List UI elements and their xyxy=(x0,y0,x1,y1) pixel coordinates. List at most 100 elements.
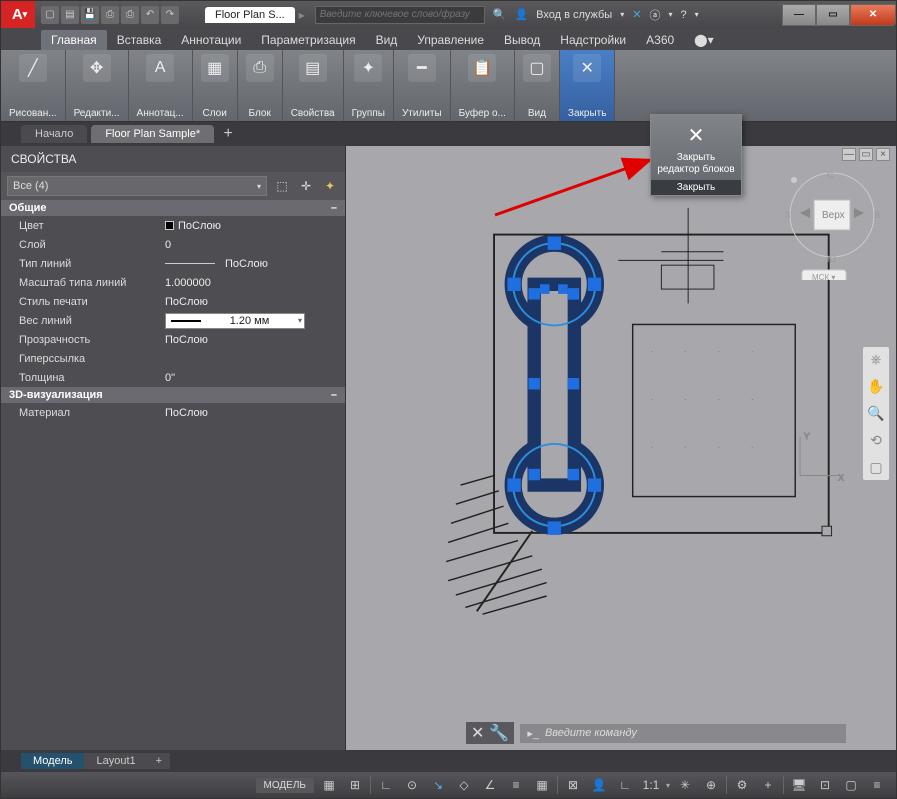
dynucs-icon[interactable]: ∟ xyxy=(614,775,636,795)
signin-icon[interactable]: 👤 xyxy=(514,8,528,21)
panel-modify[interactable]: ✥Редакти... xyxy=(66,50,129,121)
clean-icon[interactable]: ▢ xyxy=(840,775,862,795)
viewcube[interactable]: Верх С Ю З В МСК ▾ xyxy=(782,160,882,270)
annotation-arrow xyxy=(490,155,670,225)
tab-insert[interactable]: Вставка xyxy=(107,30,172,50)
hwacc-icon[interactable]: 🖥 xyxy=(788,775,810,795)
minimize-button[interactable]: — xyxy=(782,4,816,26)
close-x-icon[interactable]: ✕ xyxy=(651,115,741,152)
prop-ltscale[interactable]: Масштаб типа линий1.000000 xyxy=(1,273,345,292)
close-editor-button[interactable]: Закрытьредактор блоков xyxy=(651,152,741,180)
ws-icon[interactable]: ⚙ xyxy=(731,775,753,795)
iso2-icon[interactable]: ⊡ xyxy=(814,775,836,795)
zoom-icon[interactable]: 🔍 xyxy=(867,405,884,422)
print-icon[interactable]: ⎙ xyxy=(121,6,139,24)
annoauto-icon[interactable]: ⊕ xyxy=(700,775,722,795)
tab-annotate[interactable]: Аннотации xyxy=(171,30,251,50)
otrack-icon[interactable]: ∠ xyxy=(479,775,501,795)
command-line[interactable]: ▸_ Введите команду xyxy=(520,724,846,743)
grid-icon[interactable]: ▦ xyxy=(318,775,340,795)
fullnav-icon[interactable]: ⎈ xyxy=(870,351,881,368)
panel-utilities[interactable]: ━Утилиты xyxy=(394,50,451,121)
section-general[interactable]: Общие– xyxy=(1,200,345,216)
tab-view[interactable]: Вид xyxy=(366,30,408,50)
tab-add-layout[interactable]: + xyxy=(148,753,170,769)
prop-layer[interactable]: Слой0 xyxy=(1,235,345,254)
annoscale-label[interactable]: 1:1 xyxy=(640,775,662,795)
panel-block[interactable]: ⎙Блок xyxy=(238,50,283,121)
cmd-close-icon[interactable]: ✕ xyxy=(471,723,484,743)
panel-draw[interactable]: ╱Рисован... xyxy=(1,50,66,121)
status-model[interactable]: МОДЕЛЬ xyxy=(256,778,314,793)
prop-linetype[interactable]: Тип линийПоСлою xyxy=(1,254,345,273)
prop-color[interactable]: ЦветПоСлою xyxy=(1,216,345,235)
tab-addins[interactable]: Надстройки xyxy=(550,30,636,50)
monitor-icon[interactable]: + xyxy=(757,775,779,795)
doctab-add[interactable]: + xyxy=(218,125,238,143)
cycling-icon[interactable]: ⊠ xyxy=(562,775,584,795)
tab-home[interactable]: Главная xyxy=(41,30,107,50)
maximize-button[interactable]: ▭ xyxy=(816,4,850,26)
lweight-icon[interactable]: ≡ xyxy=(505,775,527,795)
pan-icon[interactable]: ✋ xyxy=(867,378,884,395)
prop-hyperlink[interactable]: Гиперссылка xyxy=(1,349,345,368)
transp-icon[interactable]: ▦ xyxy=(531,775,553,795)
exchange-icon[interactable]: ✕ xyxy=(632,8,641,21)
customize-icon[interactable]: ≡ xyxy=(866,775,888,795)
tab-manage[interactable]: Управление xyxy=(407,30,494,50)
tab-layout1[interactable]: Layout1 xyxy=(84,753,147,769)
3dosnap-icon[interactable]: 👤 xyxy=(588,775,610,795)
doctab-start[interactable]: Начало xyxy=(21,125,87,143)
snap-icon[interactable]: ⊞ xyxy=(344,775,366,795)
polar-icon[interactable]: ⊙ xyxy=(401,775,423,795)
tab-parametric[interactable]: Параметризация xyxy=(251,30,365,50)
drawing-canvas[interactable]: X Y xyxy=(356,160,852,705)
prop-lineweight[interactable]: Вес линий1.20 мм▾ xyxy=(1,311,345,330)
prop-plotstyle[interactable]: Стиль печатиПоСлою xyxy=(1,292,345,311)
undo-icon[interactable]: ↶ xyxy=(141,6,159,24)
prop-material[interactable]: МатериалПоСлою xyxy=(1,403,345,422)
search-icon[interactable]: 🔍 xyxy=(493,8,507,21)
saveas-icon[interactable]: ⎙ xyxy=(101,6,119,24)
prop-transparency[interactable]: ПрозрачностьПоСлою xyxy=(1,330,345,349)
section-3dviz[interactable]: 3D-визуализация– xyxy=(1,387,345,403)
annoviz-icon[interactable]: ✳ xyxy=(674,775,696,795)
tab-output[interactable]: Вывод xyxy=(494,30,550,50)
panel-properties[interactable]: ▤Свойства xyxy=(283,50,344,121)
osnap-icon[interactable]: ◇ xyxy=(453,775,475,795)
close-button[interactable]: ✕ xyxy=(850,4,896,26)
open-icon[interactable]: ▤ xyxy=(61,6,79,24)
select-icon[interactable]: ✦ xyxy=(321,177,339,195)
prop-thickness[interactable]: Толщина0" xyxy=(1,368,345,387)
pickadd-icon[interactable]: ✛ xyxy=(297,177,315,195)
tab-featured[interactable]: ⬤▾ xyxy=(684,30,723,50)
a360-icon[interactable]: ⓐ xyxy=(649,7,660,23)
cmd-options-icon[interactable]: 🔧 xyxy=(489,723,509,743)
help-icon[interactable]: ? xyxy=(680,9,686,21)
search-input[interactable] xyxy=(315,6,485,24)
tab-model[interactable]: Модель xyxy=(21,753,84,769)
redo-icon[interactable]: ↷ xyxy=(161,6,179,24)
panel-clipboard[interactable]: 📋Буфер о... xyxy=(451,50,515,121)
showmotion-icon[interactable]: ▢ xyxy=(869,459,882,476)
signin-label[interactable]: Вход в службы xyxy=(536,9,612,21)
panel-close[interactable]: ✕Закрыть xyxy=(560,50,616,121)
viewcube-top[interactable]: Верх xyxy=(822,210,845,221)
panel-viewpane[interactable]: ▢Вид xyxy=(515,50,560,121)
layout-tabs: Модель Layout1 + xyxy=(1,750,896,772)
new-icon[interactable]: ▢ xyxy=(41,6,59,24)
orbit-icon[interactable]: ⟲ xyxy=(870,432,882,449)
doctab-active[interactable]: Floor Plan Sample* xyxy=(91,125,214,143)
drawing-viewport[interactable]: — ▭ × xyxy=(346,146,896,750)
qselect-icon[interactable]: ⬚ xyxy=(273,177,291,195)
lineweight-combo[interactable]: 1.20 мм▾ xyxy=(165,313,305,329)
selection-combo[interactable]: Все (4)▾ xyxy=(7,176,267,196)
panel-layers[interactable]: ▦Слои xyxy=(193,50,238,121)
panel-annotate[interactable]: AАннотац... xyxy=(129,50,193,121)
save-icon[interactable]: 💾 xyxy=(81,6,99,24)
ortho-icon[interactable]: ∟ xyxy=(375,775,397,795)
tab-a360[interactable]: A360 xyxy=(636,30,684,50)
app-logo[interactable]: A▾ xyxy=(1,1,35,28)
panel-groups[interactable]: ✦Группы xyxy=(344,50,394,121)
iso-icon[interactable]: ↘ xyxy=(427,775,449,795)
